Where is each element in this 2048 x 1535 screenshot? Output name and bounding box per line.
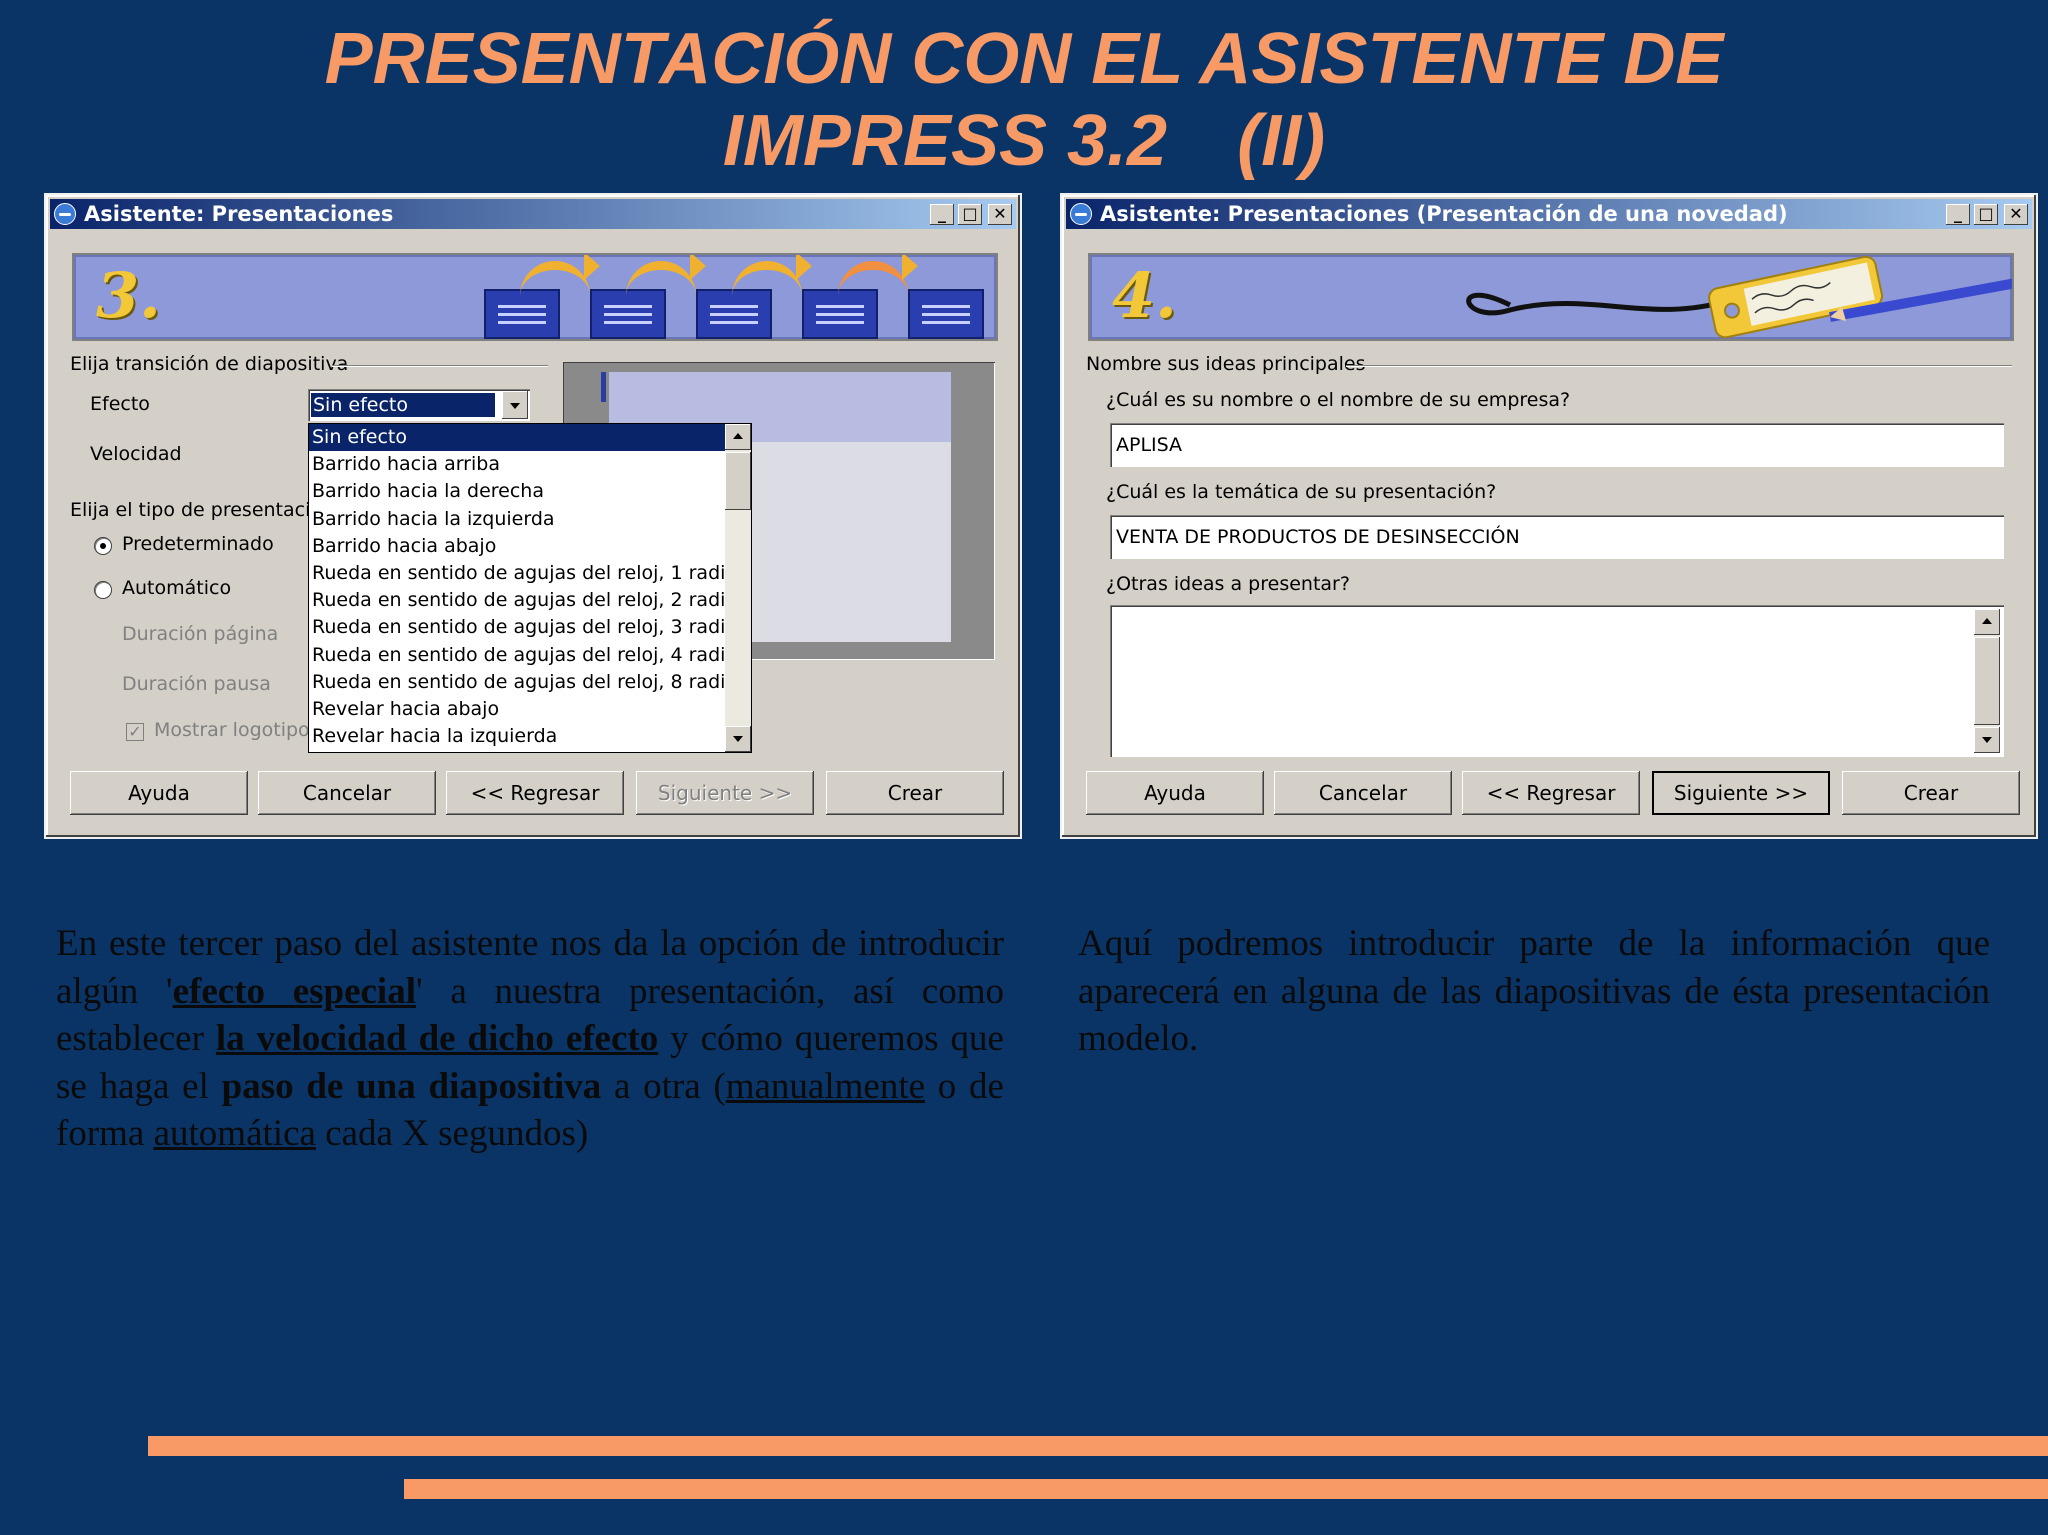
step-banner: 4. xyxy=(1088,253,2014,341)
list-item[interactable]: Barrido hacia la izquierda xyxy=(309,506,751,533)
preview-marker xyxy=(601,372,606,402)
help-button[interactable]: Ayuda xyxy=(70,771,248,815)
cancel-button[interactable]: Cancelar xyxy=(1274,771,1452,815)
title-impress: IMPRESS 3.2 xyxy=(722,101,1168,181)
list-item[interactable]: Revelar hacia abajo xyxy=(309,696,751,723)
create-button[interactable]: Crear xyxy=(1842,771,2020,815)
emphasis-slide-change: paso de una diapositiva xyxy=(221,1065,602,1107)
emphasis-speed: la velocidad de dicho efecto xyxy=(215,1018,659,1059)
arrow-icon xyxy=(626,255,706,301)
effect-label: Efecto xyxy=(90,393,150,415)
scroll-down-icon[interactable] xyxy=(725,726,751,752)
help-button[interactable]: Ayuda xyxy=(1086,771,1264,815)
close-button[interactable]: ✕ xyxy=(2004,204,2028,225)
title-line-2: IMPRESS 3.2 (II) xyxy=(0,100,2048,182)
back-button[interactable]: << Regresar xyxy=(446,771,624,815)
emphasis-effect: efecto especial xyxy=(172,970,416,1012)
scroll-thumb[interactable] xyxy=(725,452,751,510)
maximize-button[interactable]: □ xyxy=(958,204,982,225)
effect-options-list[interactable]: Sin efecto Barrido hacia arriba Barrido … xyxy=(308,423,752,753)
list-scrollbar[interactable] xyxy=(725,424,751,752)
radio-default[interactable] xyxy=(94,537,112,555)
topic-field[interactable]: VENTA DE PRODUCTOS DE DESINSECCIÓN xyxy=(1110,515,2004,559)
list-item[interactable]: Barrido hacia abajo xyxy=(309,533,751,560)
title-bar[interactable]: Asistente: Presentaciones _ □ ✕ xyxy=(50,199,1016,229)
decor-bar xyxy=(148,1436,2048,1456)
list-item[interactable]: Rueda en sentido de agujas del reloj, 2 … xyxy=(309,587,751,614)
scroll-down-icon[interactable] xyxy=(1974,727,2000,753)
group-divider xyxy=(332,365,548,367)
list-item[interactable]: Rueda en sentido de agujas del reloj, 3 … xyxy=(309,614,751,641)
slide-title: PRESENTACIÓN CON EL ASISTENTE DE IMPRESS… xyxy=(0,18,2048,182)
minimize-button[interactable]: _ xyxy=(930,204,954,225)
emphasis-manual: manualmente xyxy=(725,1065,926,1107)
transition-group-label: Elija transición de diapositiva xyxy=(70,353,349,375)
list-item[interactable]: Barrido hacia arriba xyxy=(309,451,751,478)
back-button[interactable]: << Regresar xyxy=(1462,771,1640,815)
radio-default-label: Predeterminado xyxy=(122,533,274,555)
step3-description: En este tercer paso del asistente nos da… xyxy=(56,920,1004,1158)
title-line-1: PRESENTACIÓN CON EL ASISTENTE DE xyxy=(324,19,1724,99)
textarea-scrollbar[interactable] xyxy=(1974,609,2000,753)
window-title: Asistente: Presentaciones (Presentación … xyxy=(1100,202,1788,226)
duration-page-label: Duración página xyxy=(122,623,279,645)
next-button[interactable]: Siguiente >> xyxy=(1652,771,1830,815)
list-item[interactable]: Revelar hacia la izquierda xyxy=(309,723,751,750)
step-banner: 3. xyxy=(72,253,998,341)
text-run: a otra ( xyxy=(601,1065,726,1107)
step4-description: Aquí podremos introducir parte de la inf… xyxy=(1078,923,1990,1059)
show-logo-label: Mostrar logotipo xyxy=(154,719,310,741)
window-title: Asistente: Presentaciones xyxy=(84,202,394,226)
wizard-window-step4: Asistente: Presentaciones (Presentación … xyxy=(1060,193,2038,839)
scroll-up-icon[interactable] xyxy=(725,424,751,450)
group-label: Nombre sus ideas principales xyxy=(1086,353,1366,375)
other-ideas-textarea[interactable] xyxy=(1110,605,2004,757)
list-item[interactable]: Rueda en sentido de agujas del reloj, 8 … xyxy=(309,669,751,696)
tag-illustration-icon xyxy=(1466,255,2012,339)
other-question: ¿Otras ideas a presentar? xyxy=(1106,573,1350,595)
name-field[interactable]: APLISA xyxy=(1110,423,2004,467)
slide-icon xyxy=(908,289,984,339)
close-button[interactable]: ✕ xyxy=(988,204,1012,225)
arrow-icon xyxy=(520,255,600,301)
list-item[interactable]: Rueda en sentido de agujas del reloj, 4 … xyxy=(309,642,751,669)
effect-selected[interactable]: Sin efecto xyxy=(310,392,496,418)
list-item[interactable]: Sin efecto xyxy=(309,424,725,452)
list-item[interactable]: Rueda en sentido de agujas del reloj, 1 … xyxy=(309,560,751,587)
wizard-window-step3: Asistente: Presentaciones _ □ ✕ 3. Elija… xyxy=(44,193,1022,839)
group-divider xyxy=(1346,365,2012,367)
next-button[interactable]: Siguiente >> xyxy=(636,771,814,815)
cancel-button[interactable]: Cancelar xyxy=(258,771,436,815)
app-icon xyxy=(1070,203,1092,225)
text-run: cada X segundos) xyxy=(315,1113,589,1154)
list-item[interactable]: Barrido hacia la derecha xyxy=(309,478,751,505)
show-logo-checkbox[interactable]: ✓ xyxy=(126,723,144,741)
decor-bar xyxy=(404,1479,2048,1499)
duration-pause-label: Duración pausa xyxy=(122,673,271,695)
scroll-up-icon[interactable] xyxy=(1974,609,2000,635)
arrow-icon xyxy=(732,255,812,301)
radio-automatic[interactable] xyxy=(94,581,112,599)
chevron-down-icon[interactable] xyxy=(502,391,528,419)
scroll-thumb[interactable] xyxy=(1974,637,2000,725)
emphasis-automatic: automática xyxy=(153,1113,316,1154)
create-button[interactable]: Crear xyxy=(826,771,1004,815)
app-icon xyxy=(54,203,76,225)
topic-question: ¿Cuál es la temática de su presentación? xyxy=(1106,481,1497,503)
maximize-button[interactable]: □ xyxy=(1974,204,1998,225)
title-bar[interactable]: Asistente: Presentaciones (Presentación … xyxy=(1066,199,2032,229)
effect-dropdown[interactable]: Sin efecto xyxy=(308,389,530,421)
speed-label: Velocidad xyxy=(90,443,182,465)
minimize-button[interactable]: _ xyxy=(1946,204,1970,225)
type-group-label: Elija el tipo de presentación xyxy=(70,499,335,521)
name-question: ¿Cuál es su nombre o el nombre de su emp… xyxy=(1106,389,1571,411)
step-number: 3. xyxy=(96,259,161,332)
title-part: (II) xyxy=(1237,101,1326,181)
arrow-icon xyxy=(838,255,918,301)
radio-automatic-label: Automático xyxy=(122,577,232,599)
